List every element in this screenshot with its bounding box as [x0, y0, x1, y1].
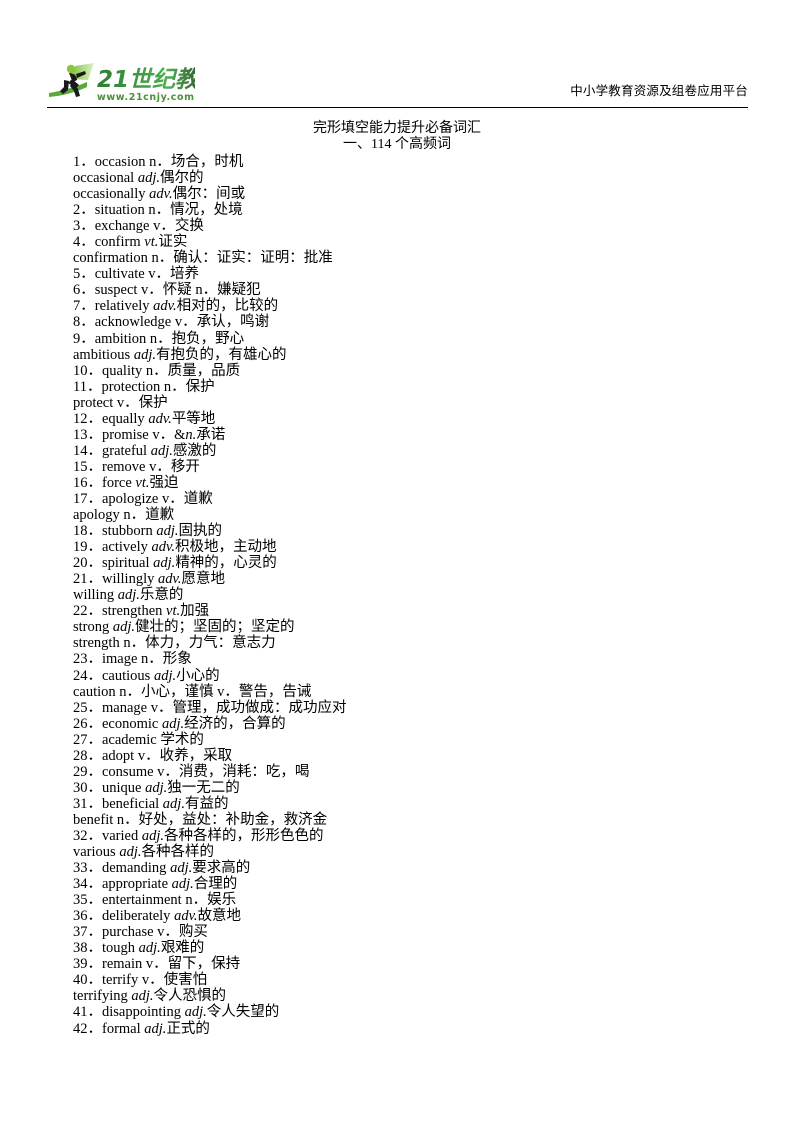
vocabulary-entry: 8．acknowledge v．承认，鸣谢: [73, 314, 270, 331]
vocabulary-entry: strong adj.健壮的；坚固的；坚定的: [73, 619, 295, 636]
vocabulary-entry: 12．equally adv.平等地: [73, 410, 216, 427]
vocabulary-entry: 36．deliberately adv.故意地: [73, 908, 242, 925]
vocabulary-entry: various adj.各种各样的: [73, 844, 214, 861]
svg-text:www.21cnjy.com: www.21cnjy.com: [97, 92, 195, 103]
part-of-speech: adj.: [150, 442, 173, 459]
vocabulary-entry: 29．consume v．消费，消耗：吃，喝: [73, 763, 310, 780]
part-of-speech: vt.: [144, 234, 159, 251]
document-page: 21世纪教育 www.21cnjy.com 中小学教育资源及组卷应用平台 完形填…: [0, 0, 794, 1123]
vocabulary-entry: 9．ambition n．抱负，野心: [73, 330, 245, 347]
vocabulary-entry: 37．purchase v．购买: [73, 924, 208, 941]
vocabulary-entry: 6．suspect v．怀疑 n．嫌疑犯: [73, 282, 261, 299]
part-of-speech: adj.: [141, 827, 165, 844]
part-of-speech: adv.: [153, 298, 177, 315]
part-of-speech: adj.: [156, 523, 179, 540]
vocabulary-entry: terrifying adj.令人恐惧的: [73, 988, 227, 1005]
vocabulary-entry: 33．demanding adj.要求高的: [73, 860, 251, 877]
part-of-speech: vt.: [166, 603, 181, 620]
header-tagline: 中小学教育资源及组卷应用平台: [570, 83, 748, 98]
part-of-speech: vt.: [135, 474, 150, 491]
part-of-speech: adv.: [158, 571, 182, 588]
logo-graphic: 21世纪教育 www.21cnjy.com: [49, 63, 195, 103]
part-of-speech: adj.: [117, 587, 140, 604]
vocabulary-entry: 28．adopt v．收养，采取: [73, 747, 233, 764]
vocabulary-entry: 35．entertainment n．娱乐: [73, 892, 237, 909]
vocabulary-entry: 39．remain v．留下，保持: [73, 956, 241, 973]
part-of-speech: n.: [185, 426, 197, 443]
part-of-speech: adv.: [151, 539, 176, 556]
vocabulary-entry: 41．disappointing adj.令人失望的: [73, 1004, 280, 1021]
vocabulary-entry: 14．grateful adj.感激的: [73, 442, 217, 459]
vocabulary-entry: 7．relatively adv.相对的，比较的: [73, 298, 279, 315]
vocabulary-entry: strength n．体力，力气：意志力: [73, 635, 276, 652]
vocabulary-entry: 11．protection n．保护: [73, 378, 215, 395]
part-of-speech: adv.: [174, 908, 198, 925]
part-of-speech: adj.: [162, 795, 185, 812]
vocabulary-entry: 26．economic adj.经济的，合算的: [73, 715, 286, 732]
part-of-speech: adj.: [162, 715, 185, 732]
vocabulary-entry: 42．formal adj.正式的: [73, 1020, 210, 1037]
vocabulary-entry: confirmation n．确认：证实：证明：批准: [73, 250, 333, 267]
vocabulary-entry: 16．force vt.强迫: [73, 474, 179, 491]
vocabulary-entry: 30．unique adj.独一无二的: [73, 779, 240, 796]
vocabulary-entry: ambitious adj.有抱负的，有雄心的: [73, 346, 287, 363]
vocabulary-entry: 27．academic 学术的: [73, 731, 204, 748]
part-of-speech: adj.: [119, 844, 142, 861]
vocabulary-entry: willing adj.乐意的: [73, 587, 184, 604]
part-of-speech: adj.: [138, 940, 161, 957]
vocabulary-entry: 15．remove v．移开: [73, 458, 200, 475]
vocabulary-entry: 19．actively adv.积极地，主动地: [73, 539, 277, 556]
vocabulary-entry: 40．terrify v．使害怕: [73, 972, 208, 989]
part-of-speech: adj.: [171, 876, 194, 893]
vocabulary-entry: 10．quality n．质量，品质: [73, 362, 241, 379]
vocabulary-entry: 1．occasion n．场合，时机: [73, 154, 244, 170]
vocabulary-entry: 38．tough adj.艰难的: [73, 940, 205, 957]
vocabulary-entry: protect v．保护: [73, 394, 168, 411]
part-of-speech: adj.: [153, 555, 176, 572]
part-of-speech: adj.: [137, 170, 160, 187]
part-of-speech: adj.: [112, 619, 136, 636]
part-of-speech: adv.: [148, 410, 172, 427]
part-of-speech: adj.: [170, 860, 193, 877]
part-of-speech: adj.: [133, 346, 156, 363]
vocabulary-entry: caution n．小心，谨慎 v．警告，告诫: [73, 683, 312, 700]
page-header: 21世纪教育 www.21cnjy.com 中小学教育资源及组卷应用平台: [47, 60, 748, 108]
part-of-speech: adj.: [153, 667, 177, 684]
vocabulary-entry: occasionally adv.偶尔：间或: [73, 186, 246, 203]
vocabulary-entry: 25．manage v．管理，成功做成：成功应对: [73, 699, 347, 716]
vocabulary-entry: benefit n．好处，益处：补助金，救济金: [73, 811, 328, 828]
svg-text:21世纪教育: 21世纪教育: [97, 67, 195, 93]
vocabulary-entry: 31．beneficial adj.有益的: [73, 795, 229, 812]
vocabulary-entry: 13．promise v．&n.承诺: [73, 426, 226, 443]
vocabulary-entry: apology n．道歉: [73, 507, 175, 524]
vocabulary-entry: 18．stubborn adj.固执的: [73, 523, 223, 540]
vocabulary-entry: 20．spiritual adj.精神的，心灵的: [73, 555, 277, 572]
page-title: 完形填空能力提升必备词汇: [313, 121, 481, 136]
part-of-speech: adj.: [144, 1020, 167, 1037]
vocabulary-entry: 24．cautious adj.小心的: [73, 667, 220, 684]
vocabulary-entry: 3．exchange v．交换: [73, 218, 204, 235]
vocabulary-entry: occasional adj.偶尔的: [73, 170, 204, 187]
part-of-speech: adj.: [184, 1004, 207, 1021]
vocabulary-entry: 21．willingly adv.愿意地: [73, 571, 225, 588]
vocabulary-entry: 32．varied adj.各种各样的，形形色色的: [73, 827, 324, 844]
part-of-speech: adj.: [145, 779, 168, 796]
vocabulary-entry: 4．confirm vt.证实: [73, 234, 188, 251]
vocabulary-entry: 23．image n．形象: [73, 651, 192, 668]
vocabulary-entry: 17．apologize v．道歉: [73, 490, 213, 507]
part-of-speech: adj.: [131, 988, 154, 1005]
vocabulary-entry: 34．appropriate adj.合理的: [73, 876, 238, 893]
site-logo: 21世纪教育 www.21cnjy.com: [47, 60, 195, 106]
part-of-speech: adv.: [149, 186, 173, 203]
vocabulary-list: 1．occasion n．场合，时机 occasional adj.偶尔的 occa…: [73, 154, 733, 1037]
vocabulary-entry: 2．situation n．情况，处境: [73, 202, 243, 219]
page-subtitle: 一、114 个高频词: [343, 137, 451, 152]
vocabulary-entry: 22．strengthen vt.加强: [73, 603, 210, 620]
header-divider: [47, 107, 748, 108]
vocabulary-entry: 5．cultivate v．培养: [73, 266, 200, 283]
